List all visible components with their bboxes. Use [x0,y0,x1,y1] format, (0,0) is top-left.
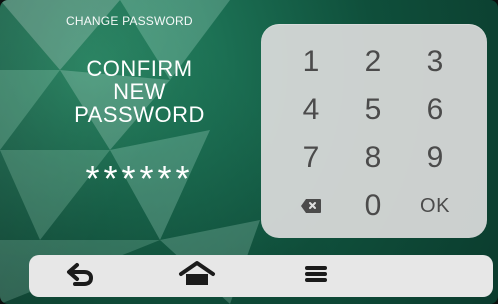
key-1[interactable]: 1 [279,40,343,84]
key-7[interactable]: 7 [279,136,343,180]
key-6[interactable]: 6 [403,88,467,132]
key-5[interactable]: 5 [341,88,405,132]
menu-icon [301,263,331,290]
confirm-label-line-1: CONFIRM [86,56,193,81]
screen-title: CHANGE PASSWORD [66,14,193,28]
bottom-navigation-bar [29,255,493,297]
numeric-keypad: 1 2 3 4 5 6 7 8 9 0 OK [261,24,487,238]
backspace-icon [300,198,322,214]
home-button[interactable] [175,260,219,292]
key-9[interactable]: 9 [403,136,467,180]
key-4[interactable]: 4 [279,88,343,132]
backspace-button[interactable] [279,184,343,228]
confirm-new-password-label: CONFIRM NEW PASSWORD [52,57,227,126]
menu-button[interactable] [294,260,338,292]
confirm-label-line-3: PASSWORD [74,102,205,127]
confirm-label-line-2: NEW [113,79,166,104]
key-2[interactable]: 2 [341,40,405,84]
back-icon [65,262,95,291]
back-button[interactable] [58,260,102,292]
screen: CHANGE PASSWORD CONFIRM NEW PASSWORD ***… [0,0,498,304]
key-0[interactable]: 0 [341,184,405,228]
key-8[interactable]: 8 [341,136,405,180]
masked-password: ****** [85,158,194,199]
key-3[interactable]: 3 [403,40,467,84]
home-icon [177,260,217,293]
ok-button[interactable]: OK [403,184,467,228]
left-panel: CHANGE PASSWORD CONFIRM NEW PASSWORD ***… [52,14,227,197]
